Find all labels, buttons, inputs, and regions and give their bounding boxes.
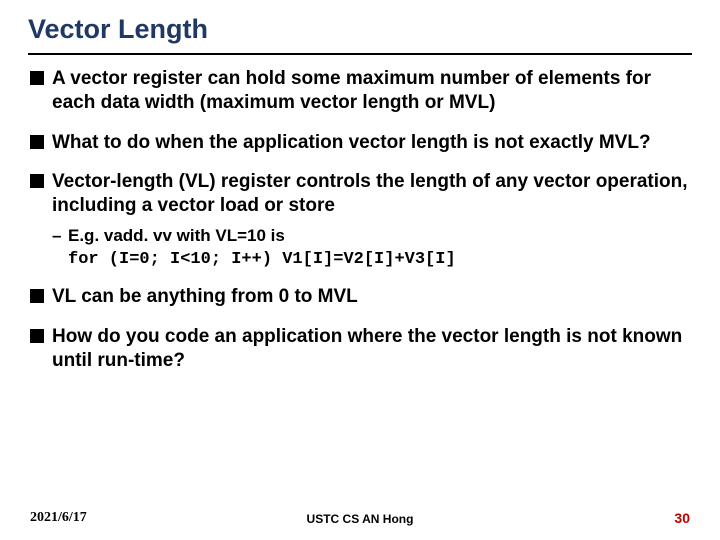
sub-bullet-list: E.g. vadd. vv with VL=10 is: [52, 225, 690, 247]
slide-title: Vector Length: [28, 14, 692, 45]
title-divider: [28, 53, 692, 55]
footer-center: USTC CS AN Hong: [30, 512, 690, 526]
sub-bullet-item: E.g. vadd. vv with VL=10 is: [52, 225, 690, 247]
bullet-item: How do you code an application where the…: [30, 325, 690, 374]
bullet-item: A vector register can hold some maximum …: [30, 67, 690, 116]
footer-page-number: 30: [674, 510, 690, 526]
bullet-item: VL can be anything from 0 to MVL: [30, 285, 690, 309]
bullet-list: A vector register can hold some maximum …: [30, 67, 690, 373]
bullet-text: Vector-length (VL) register controls the…: [52, 171, 688, 216]
bullet-item: What to do when the application vector l…: [30, 131, 690, 155]
slide: Vector Length A vector register can hold…: [0, 0, 720, 540]
code-line: for (I=0; I<10; I++) V1[I]=V2[I]+V3[I]: [52, 249, 690, 271]
bullet-item: Vector-length (VL) register controls the…: [30, 170, 690, 270]
